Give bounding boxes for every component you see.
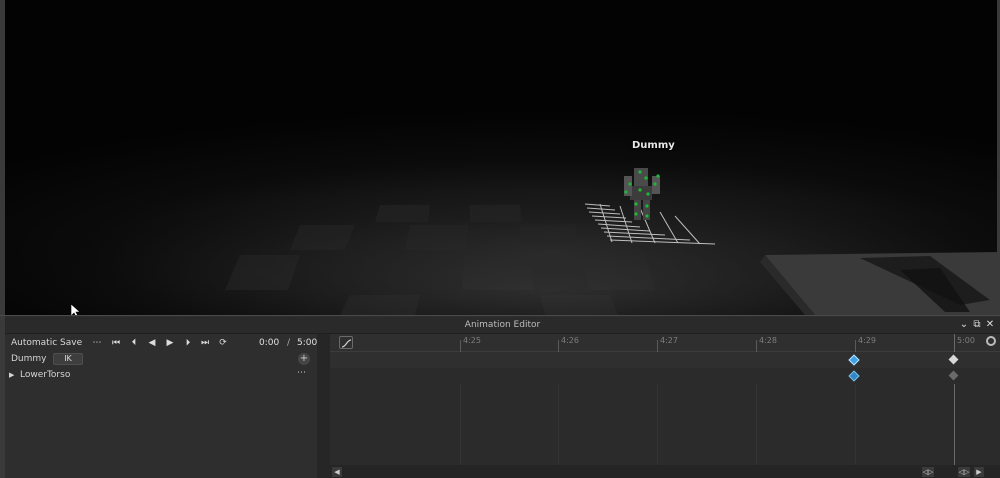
zoom-handle-left[interactable]: ◁▷	[922, 467, 934, 477]
close-button[interactable]: ✕	[984, 319, 996, 331]
time-ruler[interactable]: 4:25 4:26 4:27 4:28 4:29 5:00	[330, 334, 1000, 352]
keyframe-lanes[interactable]	[330, 352, 1000, 465]
track-name: LowerTorso	[20, 370, 71, 380]
expand-arrow-icon[interactable]: ▶	[9, 371, 14, 379]
tick-label: 4:28	[759, 336, 777, 345]
ruler-tick	[460, 340, 461, 352]
ruler-tick	[756, 340, 757, 352]
loop-toggle-icon[interactable]: ⟳	[216, 336, 230, 350]
editor-title: Animation Editor	[464, 320, 541, 330]
baseplate-floor	[0, 150, 1000, 315]
playback-toolbar: Automatic Save ⋯ ⏮ ⏴ ◀ ▶ ⏵ ⏭ ⟳ 0:00 / 5:…	[5, 334, 325, 352]
add-track-button[interactable]: +	[298, 353, 310, 365]
tick-label: 4:26	[561, 336, 579, 345]
timeline-scrollbar[interactable]: ◀ ◁▷ ◁▷ ▶	[330, 465, 1000, 478]
track-list: Dummy IK + ▶ LowerTorso ⋯	[5, 352, 317, 478]
end-time-input[interactable]: 5:00	[297, 338, 317, 348]
current-time-input[interactable]: 0:00	[259, 338, 279, 348]
scroll-left-button[interactable]: ◀	[332, 467, 342, 477]
popout-button[interactable]: ⧉	[971, 319, 983, 331]
ruler-tick	[657, 340, 658, 352]
play-backward-button[interactable]: ◀	[145, 336, 159, 350]
next-keyframe-button[interactable]: ⏵	[181, 336, 195, 350]
panel-divider[interactable]	[317, 334, 330, 478]
editor-titlebar[interactable]: Animation Editor ⌄ ⧉ ✕	[5, 317, 1000, 334]
skip-to-end-button[interactable]: ⏭	[198, 336, 212, 350]
more-options-button[interactable]: ⋯	[90, 336, 104, 350]
track-row-lowertorso[interactable]: ▶ LowerTorso ⋯	[5, 368, 317, 384]
collapse-button[interactable]: ⌄	[958, 319, 970, 331]
tick-label: 4:27	[660, 336, 678, 345]
cursor-icon	[71, 304, 81, 315]
ik-button[interactable]: IK	[53, 353, 83, 365]
track-more-button[interactable]: ⋯	[297, 368, 306, 378]
skip-to-start-button[interactable]: ⏮	[109, 336, 123, 350]
save-mode-label[interactable]: Automatic Save	[11, 338, 82, 348]
tick-label: 4:29	[858, 336, 876, 345]
ruler-tick	[855, 340, 856, 352]
previous-keyframe-button[interactable]: ⏴	[127, 336, 141, 350]
scroll-right-button[interactable]: ▶	[974, 467, 984, 477]
curve-editor-icon[interactable]	[339, 336, 353, 349]
time-separator: /	[287, 338, 291, 348]
lane-dummy[interactable]	[330, 352, 1000, 368]
tick-label: 5:00	[957, 336, 975, 345]
track-name: Dummy	[11, 354, 47, 364]
settings-icon[interactable]	[986, 336, 996, 346]
lane-lowertorso[interactable]	[330, 368, 1000, 384]
3d-viewport[interactable]: Dummy	[0, 0, 1000, 315]
animation-editor-panel: Animation Editor ⌄ ⧉ ✕ Automatic Save ⋯ …	[0, 315, 1000, 478]
play-button[interactable]: ▶	[163, 336, 177, 350]
zoom-handle-right[interactable]: ◁▷	[958, 467, 970, 477]
model-name-label: Dummy	[632, 140, 675, 151]
viewport-left-border	[0, 0, 5, 315]
tick-label: 4:25	[463, 336, 481, 345]
timeline[interactable]: 4:25 4:26 4:27 4:28 4:29 5:00 ◀ ◁▷ ◁▷ ▶	[330, 334, 1000, 478]
ruler-tick	[558, 340, 559, 352]
track-row-dummy[interactable]: Dummy IK +	[5, 352, 317, 368]
